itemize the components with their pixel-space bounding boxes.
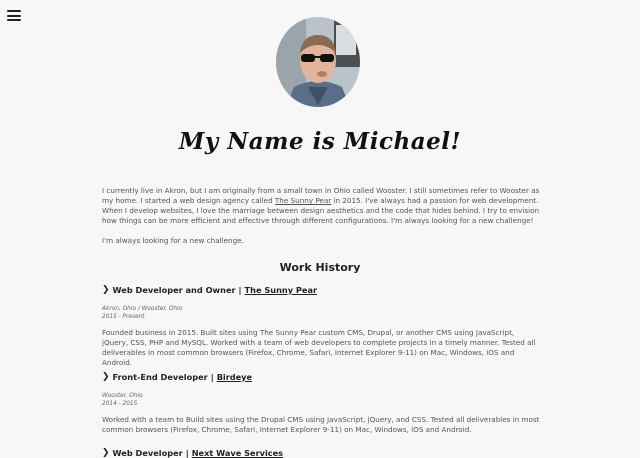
chevron-right-icon: ❯ [102, 285, 110, 295]
work-history-heading: Work History [279, 261, 361, 274]
job-title: ❯ Web Developer and Owner | The Sunny Pe… [102, 285, 318, 295]
profile-photo [276, 17, 360, 107]
company-link[interactable]: Next Wave Services [192, 448, 283, 458]
page-title: My Name is Michael! [178, 128, 462, 155]
chevron-right-icon: ❯ [102, 372, 110, 382]
challenge-paragraph: I'm always looking for a new challenge. [102, 236, 244, 245]
job-description: Worked with a team to Build sites using … [102, 415, 540, 434]
job-dates: 2015 - Present [102, 314, 145, 320]
menu-button[interactable] [7, 10, 21, 21]
company-link[interactable]: Birdeye [217, 372, 252, 382]
job-meta: Wooster, Ohio 2014 - 2015 [102, 392, 542, 408]
job-entry: ❯ Web Developer and Owner | The Sunny Pe… [102, 285, 542, 368]
chevron-right-icon: ❯ [102, 448, 110, 458]
job-dates: 2014 - 2015 [102, 401, 138, 407]
job-location: Wooster, Ohio [102, 393, 143, 399]
hamburger-icon [7, 10, 21, 12]
avatar [276, 17, 360, 107]
job-meta: Akron, Ohio / Wooster, Ohio 2015 - Prese… [102, 305, 542, 321]
job-location: Akron, Ohio / Wooster, Ohio [102, 306, 183, 312]
job-title: ❯ Front-End Developer | Birdeye [102, 372, 253, 382]
job-entry: ❯ Web Developer | Next Wave Services [102, 448, 542, 458]
job-description: Founded business in 2015. Built sites us… [102, 328, 536, 367]
intro-paragraph: I currently live in Akron, but I am orig… [102, 186, 540, 225]
sunny-pear-link[interactable]: The Sunny Pear [275, 196, 331, 205]
company-link[interactable]: The Sunny Pear [245, 285, 318, 295]
job-entry: ❯ Front-End Developer | Birdeye Wooster,… [102, 372, 542, 435]
job-title: ❯ Web Developer | Next Wave Services [102, 448, 284, 458]
